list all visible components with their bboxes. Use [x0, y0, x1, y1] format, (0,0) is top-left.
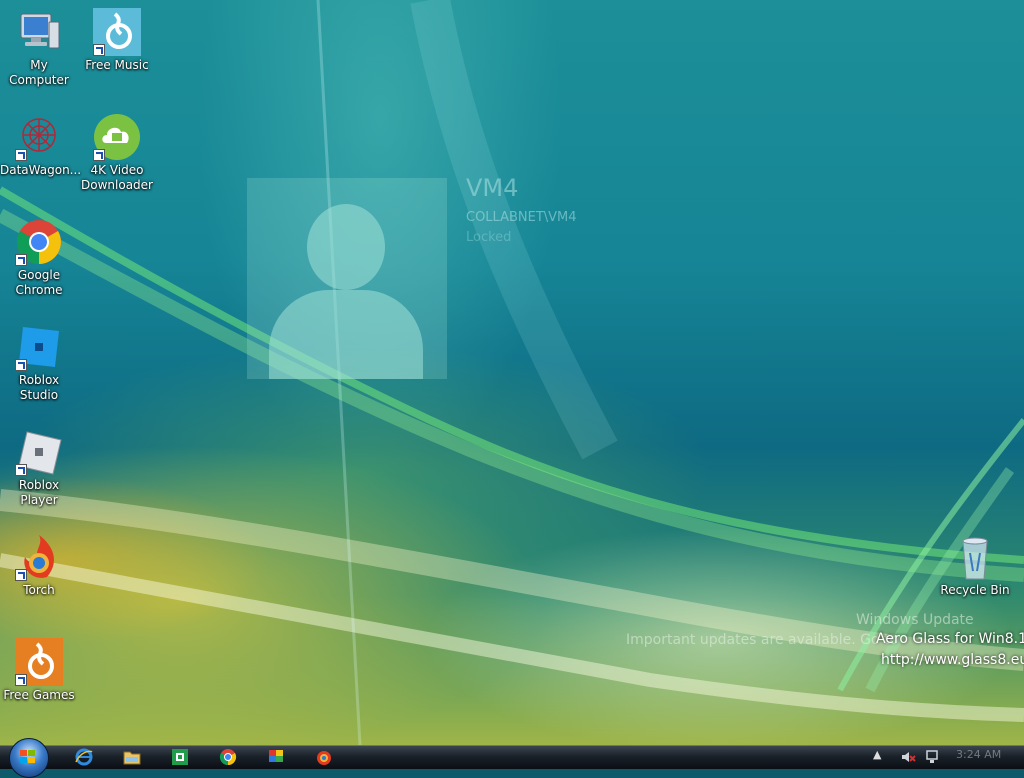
desktop-icon-label: DataWagon... — [0, 163, 82, 177]
windows-update-title[interactable]: Windows Update — [856, 612, 974, 628]
user-domain: COLLABNET\VM4 — [466, 210, 577, 225]
shortcut-arrow-icon — [15, 359, 27, 371]
shortcut-arrow-icon — [15, 464, 27, 476]
taskbar-internet-explorer[interactable] — [74, 748, 94, 766]
shortcut-arrow-icon — [15, 674, 27, 686]
desktop-icon-datawagon[interactable]: DataWagon... — [0, 109, 82, 178]
taskbar-file-explorer[interactable] — [122, 748, 142, 766]
torch-icon — [317, 751, 331, 765]
shortcut-arrow-icon — [15, 569, 27, 581]
start-button[interactable] — [9, 738, 49, 778]
shortcut-arrow-icon — [15, 254, 27, 266]
volume-muted-icon[interactable] — [900, 750, 916, 764]
user-avatar-head — [307, 204, 385, 290]
taskbar-torch[interactable] — [314, 748, 334, 766]
music-icon — [93, 8, 141, 56]
free-games-icon — [15, 638, 63, 686]
desktop-icon-torch[interactable]: Torch — [0, 529, 78, 598]
taskbar-green-app[interactable] — [170, 748, 190, 766]
show-hidden-icons-chevron-icon[interactable]: ▲ — [873, 748, 881, 761]
internet-explorer-icon — [75, 748, 93, 766]
datawagon-icon — [15, 113, 63, 161]
windows-flag-icon — [20, 750, 35, 763]
network-icon[interactable] — [924, 750, 940, 764]
system-clock[interactable]: 3:24 AM — [956, 748, 1001, 761]
taskbar-chrome[interactable] — [218, 748, 238, 766]
desktop-icon-roblox-player[interactable]: Roblox Player — [0, 424, 78, 508]
shortcut-arrow-icon — [93, 44, 105, 56]
torch-icon — [15, 533, 63, 581]
user-avatar-body — [269, 290, 423, 379]
roblox-studio-icon — [15, 323, 63, 371]
desktop-icon-label: Roblox Studio — [18, 373, 60, 402]
shortcut-arrow-icon — [15, 149, 27, 161]
roblox-player-icon — [15, 428, 63, 476]
desktop-icon-4k-video-downloader[interactable]: 4K Video Downloader — [78, 109, 156, 193]
desktop-icon-label: Roblox Player — [18, 478, 60, 507]
shortcut-arrow-icon — [93, 149, 105, 161]
desktop-icon-free-games[interactable]: Free Games — [0, 634, 78, 703]
desktop-icon-recycle-bin[interactable]: Recycle Bin — [936, 529, 1014, 598]
desktop-icon-label: 4K Video Downloader — [81, 163, 153, 192]
desktop-icon-google-chrome[interactable]: Google Chrome — [0, 214, 78, 298]
taskbar-flag-app[interactable] — [266, 748, 286, 766]
desktop-icon-label: Torch — [23, 583, 55, 597]
desktop-icon-label: Recycle Bin — [940, 583, 1010, 597]
desktop-icon-label: Free Music — [85, 58, 149, 72]
desktop-icon-label: Google Chrome — [15, 268, 63, 297]
desktop-icon-my-computer[interactable]: My Computer — [0, 4, 78, 88]
desktop-icon-roblox-studio[interactable]: Roblox Studio — [0, 319, 78, 403]
aero-glass-watermark-url: http://www.glass8.eu — [881, 652, 1024, 668]
chrome-icon — [15, 218, 63, 266]
user-status: Locked — [466, 230, 512, 245]
recycle-bin-icon — [951, 533, 999, 581]
taskbar — [0, 738, 1024, 778]
video-downloader-icon — [93, 113, 141, 161]
chrome-icon — [219, 749, 237, 766]
desktop-icon-free-music[interactable]: Free Music — [78, 4, 156, 73]
green-app-icon — [172, 749, 188, 765]
user-tile — [247, 178, 447, 379]
desktop-icon-label: Free Games — [3, 688, 75, 702]
desktop-icon-label: My Computer — [9, 58, 69, 87]
computer-icon — [15, 8, 63, 56]
user-name: VM4 — [466, 174, 519, 202]
flag-app-icon — [269, 750, 283, 762]
aero-glass-watermark-title: Aero Glass for Win8.1 — [876, 631, 1024, 647]
folder-icon — [123, 751, 141, 765]
windows-update-message[interactable]: Important updates are available. Go to — [626, 632, 898, 648]
